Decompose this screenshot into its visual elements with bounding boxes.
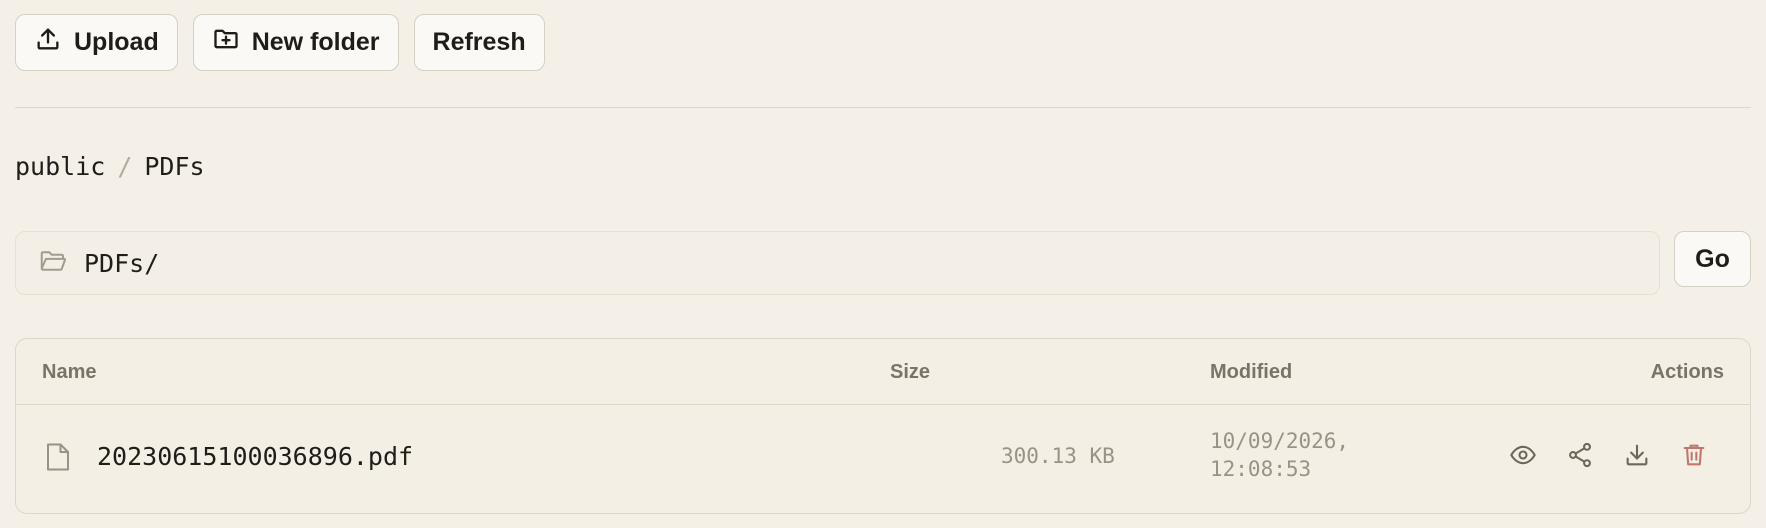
file-name[interactable]: 20230615100036896.pdf <box>97 442 413 471</box>
modified-date: 10/09/2026, <box>1210 429 1350 453</box>
upload-label: Upload <box>74 28 159 56</box>
breadcrumb-separator: / <box>117 152 133 181</box>
row-actions <box>1509 441 1708 469</box>
refresh-button[interactable]: Refresh <box>413 14 545 71</box>
new-folder-button[interactable]: New folder <box>192 14 399 71</box>
breadcrumb-item-public[interactable]: public <box>15 152 105 181</box>
refresh-label: Refresh <box>432 28 526 56</box>
file-modified: 10/09/2026, 12:08:53 <box>1210 427 1349 483</box>
column-header-modified[interactable]: Modified <box>1210 361 1292 384</box>
column-header-actions: Actions <box>1650 361 1724 383</box>
go-button[interactable]: Go <box>1674 231 1751 287</box>
modified-time: 12:08:53 <box>1210 457 1312 481</box>
table-row[interactable]: 20230615100036896.pdf 300.13 KB 10/09/20… <box>16 405 1750 513</box>
toolbar: Upload New folder Refresh <box>15 14 545 71</box>
breadcrumb-item-pdfs[interactable]: PDFs <box>144 152 204 181</box>
folder-open-icon <box>38 246 84 281</box>
divider <box>15 107 1751 108</box>
file-icon <box>45 442 71 472</box>
file-size: 300.13 KB <box>1001 444 1115 468</box>
upload-icon <box>34 25 62 60</box>
share-icon[interactable] <box>1566 441 1594 469</box>
upload-button[interactable]: Upload <box>15 14 178 71</box>
trash-icon[interactable] <box>1680 441 1708 469</box>
path-bar <box>15 231 1660 295</box>
table-header: Name Size Modified Actions <box>16 339 1750 405</box>
path-input[interactable] <box>84 248 1584 278</box>
column-header-size[interactable]: Size <box>890 361 930 384</box>
file-table: Name Size Modified Actions 2023061510003… <box>15 338 1751 514</box>
breadcrumb: public / PDFs <box>15 152 205 181</box>
download-icon[interactable] <box>1623 441 1651 469</box>
eye-icon[interactable] <box>1509 441 1537 469</box>
new-folder-label: New folder <box>251 28 380 56</box>
column-header-name[interactable]: Name <box>42 361 96 384</box>
folder-plus-icon <box>212 25 240 60</box>
go-label: Go <box>1695 244 1730 273</box>
